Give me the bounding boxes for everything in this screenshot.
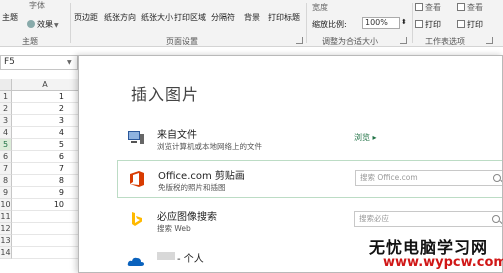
table-cell[interactable]: 6 bbox=[12, 151, 78, 163]
sheet-options-launcher-icon[interactable] bbox=[486, 37, 493, 44]
gridlines-print-checkbox[interactable]: 打印 bbox=[415, 19, 441, 30]
row-header[interactable]: 3 bbox=[0, 115, 12, 127]
browse-link[interactable]: 浏览 ▸ bbox=[354, 132, 377, 143]
chevron-down-icon: ▼ bbox=[54, 22, 59, 29]
headings-print-checkbox[interactable]: 打印 bbox=[457, 19, 483, 30]
effects-icon bbox=[27, 20, 35, 28]
table-cell[interactable]: 10 bbox=[12, 199, 78, 211]
page-setup-group-label: 页面设置 bbox=[166, 37, 198, 46]
table-cell[interactable] bbox=[12, 211, 78, 223]
scale-spinner-icon[interactable]: ⬍ bbox=[401, 18, 407, 26]
office-icon bbox=[130, 171, 144, 187]
headings-view-checkbox[interactable]: 查看 bbox=[457, 2, 483, 13]
computer-icon bbox=[128, 131, 144, 144]
watermark-url: www.wypcw.com bbox=[383, 255, 503, 270]
orientation-button[interactable]: 纸张方向 bbox=[104, 12, 136, 23]
row-header[interactable]: 10 bbox=[0, 199, 12, 211]
scale-group-label: 调整为合适大小 bbox=[322, 37, 378, 46]
search-icon[interactable] bbox=[493, 174, 501, 182]
table-cell[interactable]: 8 bbox=[12, 175, 78, 187]
dialog-title: 插入图片 bbox=[131, 85, 200, 104]
table-cell[interactable]: 7 bbox=[12, 163, 78, 175]
page-setup-launcher-icon[interactable] bbox=[296, 37, 303, 44]
table-cell[interactable]: 3 bbox=[12, 115, 78, 127]
row-header[interactable]: 13 bbox=[0, 235, 12, 247]
search-icon[interactable] bbox=[492, 215, 500, 223]
bing-search-title: 必应图像搜索 bbox=[157, 212, 217, 223]
size-button[interactable]: 纸张大小 bbox=[141, 12, 173, 23]
office-clipart-option[interactable]: Office.com 剪贴画 免版税的照片和插图 搜索 Office.com bbox=[117, 160, 502, 198]
themes-button[interactable]: 主题 bbox=[2, 12, 18, 23]
office-clipart-subtitle: 免版税的照片和插图 bbox=[158, 183, 226, 192]
fonts-button[interactable]: 字体 bbox=[29, 0, 45, 11]
scale-input[interactable]: 100% bbox=[362, 17, 400, 29]
table-cell[interactable] bbox=[12, 223, 78, 235]
background-button[interactable]: 背景 bbox=[244, 12, 260, 23]
bing-search-subtitle: 搜索 Web bbox=[157, 224, 191, 233]
effects-button[interactable]: 效果▼ bbox=[27, 19, 59, 30]
row-header-active[interactable]: 5 bbox=[0, 139, 12, 151]
themes-group-label: 主题 bbox=[22, 37, 38, 46]
table-cell[interactable]: 1 bbox=[12, 91, 78, 103]
table-cell[interactable]: 4 bbox=[12, 127, 78, 139]
from-file-subtitle: 浏览计算机或本地网络上的文件 bbox=[157, 142, 262, 151]
table-cell[interactable]: 5 bbox=[12, 139, 78, 151]
group-separator bbox=[412, 3, 413, 43]
print-titles-button[interactable]: 打印标题 bbox=[268, 12, 300, 23]
row-header[interactable]: 11 bbox=[0, 211, 12, 223]
margins-button[interactable]: 页边距 bbox=[74, 12, 98, 23]
scale-launcher-icon[interactable] bbox=[400, 37, 407, 44]
row-header[interactable]: 8 bbox=[0, 175, 12, 187]
ribbon: 主题 字体 效果▼ 主题 页边距 纸张方向 纸张大小 打印区域 分隔符 背景 打… bbox=[0, 0, 503, 47]
group-separator bbox=[306, 3, 307, 43]
row-header[interactable]: 2 bbox=[0, 103, 12, 115]
row-header[interactable]: 9 bbox=[0, 187, 12, 199]
from-file-option[interactable]: 来自文件 浏览计算机或本地网络上的文件 浏览 ▸ bbox=[117, 120, 502, 158]
chevron-down-icon[interactable]: ▼ bbox=[67, 59, 72, 66]
row-header[interactable]: 12 bbox=[0, 223, 12, 235]
checkbox-icon bbox=[457, 20, 465, 28]
select-all-corner[interactable] bbox=[0, 79, 12, 91]
from-file-title: 来自文件 bbox=[157, 130, 197, 141]
breaks-button[interactable]: 分隔符 bbox=[211, 12, 235, 23]
row-header[interactable]: 6 bbox=[0, 151, 12, 163]
cloud-icon bbox=[127, 257, 144, 266]
gridlines-view-checkbox[interactable]: 查看 bbox=[415, 2, 441, 13]
table-cell[interactable] bbox=[12, 247, 78, 259]
width-label: 宽度 bbox=[312, 3, 328, 12]
table-cell[interactable] bbox=[12, 235, 78, 247]
blurred-account-name bbox=[157, 252, 175, 260]
checkbox-icon bbox=[415, 3, 423, 11]
scale-label: 缩放比例: bbox=[312, 20, 347, 29]
column-header-a[interactable]: A bbox=[12, 79, 78, 91]
office-search-input[interactable]: 搜索 Office.com bbox=[355, 170, 502, 186]
row-header[interactable]: 7 bbox=[0, 163, 12, 175]
print-area-button[interactable]: 打印区域 bbox=[174, 12, 206, 23]
sheet-options-group-label: 工作表选项 bbox=[425, 37, 465, 46]
row-header[interactable]: 4 bbox=[0, 127, 12, 139]
row-header[interactable]: 14 bbox=[0, 247, 12, 259]
checkbox-icon bbox=[457, 3, 465, 11]
office-clipart-title: Office.com 剪贴画 bbox=[158, 171, 245, 182]
table-cell[interactable]: 9 bbox=[12, 187, 78, 199]
bing-icon bbox=[132, 212, 142, 226]
table-cell[interactable]: 2 bbox=[12, 103, 78, 115]
onedrive-title: - 个人 bbox=[177, 254, 204, 265]
checkbox-icon bbox=[415, 20, 423, 28]
group-separator bbox=[70, 3, 71, 43]
row-header[interactable]: 1 bbox=[0, 91, 12, 103]
bing-search-input[interactable]: 搜索必应 bbox=[354, 211, 502, 227]
